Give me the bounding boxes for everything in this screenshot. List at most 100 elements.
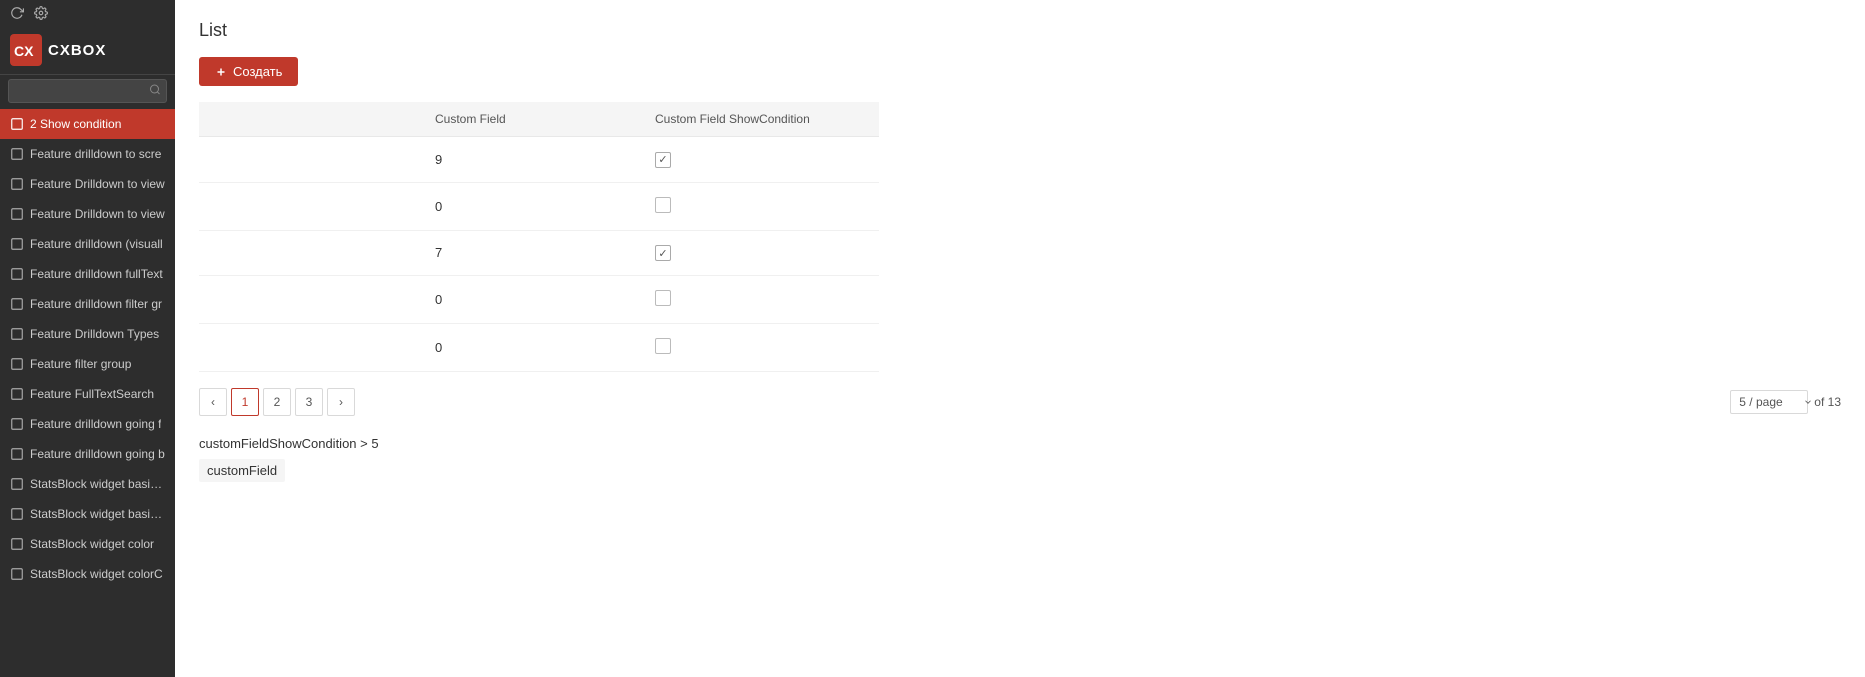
col-custom-field-label: Custom Field <box>419 102 639 137</box>
checkbox-unchecked[interactable] <box>655 290 671 306</box>
sidebar-item-drilldown-visual[interactable]: Feature drilldown (visuall <box>0 229 175 259</box>
page-button-1[interactable]: 1 <box>231 388 259 416</box>
cell-show-condition <box>639 182 879 230</box>
cell-empty <box>199 182 419 230</box>
nav-item-label: Feature drilldown fullText <box>30 267 163 281</box>
sidebar-item-statsblock-basic2[interactable]: StatsBlock widget basic c <box>0 499 175 529</box>
cell-show-condition <box>639 137 879 183</box>
of-total: of 13 <box>1814 395 1841 409</box>
nav-item-label: StatsBlock widget basic c <box>30 477 165 491</box>
table-row: 0 <box>199 182 879 230</box>
sidebar-nav: 2 Show condition Feature drilldown to scr… <box>0 109 175 677</box>
create-button[interactable]: Создать <box>199 57 298 86</box>
sidebar-item-drilldown-fulltext[interactable]: Feature drilldown fullText <box>0 259 175 289</box>
table-row: 0 <box>199 276 879 324</box>
sidebar-top-bar <box>0 0 175 26</box>
sidebar-item-fulltext-search[interactable]: Feature FullTextSearch <box>0 379 175 409</box>
nav-icon <box>10 267 24 281</box>
prev-page-button[interactable]: ‹ <box>199 388 227 416</box>
logo-icon: CX <box>10 34 42 66</box>
filter-field: customField <box>199 459 285 482</box>
logo-text: CXBOX <box>48 42 106 59</box>
nav-item-label: Feature Drilldown to view <box>30 207 165 221</box>
sidebar-item-drilldown-going-f[interactable]: Feature drilldown going f <box>0 409 175 439</box>
nav-item-label: StatsBlock widget color <box>30 537 154 551</box>
pagination: ‹ 123 › 5 / page of 13 <box>199 388 1841 416</box>
checkbox-unchecked[interactable] <box>655 197 671 213</box>
sidebar-item-statsblock-basic1[interactable]: StatsBlock widget basic c <box>0 469 175 499</box>
nav-icon <box>10 477 24 491</box>
col-show-condition-label: Custom Field ShowCondition <box>639 102 879 137</box>
main-content: List Создать Custom Field Custom Field S… <box>175 0 1865 677</box>
sidebar-item-drilldown-view2[interactable]: Feature Drilldown to view <box>0 199 175 229</box>
create-button-label: Создать <box>233 64 282 79</box>
nav-item-label: StatsBlock widget basic c <box>30 507 165 521</box>
data-table: Custom Field Custom Field ShowCondition … <box>199 102 879 372</box>
sidebar-item-drilldown-types[interactable]: Feature Drilldown Types <box>0 319 175 349</box>
nav-item-label: Feature Drilldown Types <box>30 327 159 341</box>
nav-icon <box>10 447 24 461</box>
table-row: 7 <box>199 230 879 276</box>
cell-show-condition <box>639 230 879 276</box>
nav-icon <box>10 237 24 251</box>
checkbox-unchecked[interactable] <box>655 338 671 354</box>
table-row: 9 <box>199 137 879 183</box>
nav-item-label: Feature drilldown going b <box>30 447 165 461</box>
sidebar-item-drilldown-screen[interactable]: Feature drilldown to scre <box>0 139 175 169</box>
nav-item-label: Feature FullTextSearch <box>30 387 154 401</box>
nav-icon <box>10 537 24 551</box>
cell-empty <box>199 276 419 324</box>
search-box <box>8 79 167 103</box>
cell-custom-field: 7 <box>419 230 639 276</box>
sidebar-item-show-condition[interactable]: 2 Show condition <box>0 109 175 139</box>
checkbox-checked[interactable] <box>655 245 671 261</box>
nav-icon <box>10 297 24 311</box>
sidebar-item-drilldown-filter[interactable]: Feature drilldown filter gr <box>0 289 175 319</box>
plus-icon <box>215 66 227 78</box>
cell-custom-field: 0 <box>419 182 639 230</box>
table-row: 0 <box>199 324 879 372</box>
cell-empty <box>199 137 419 183</box>
cell-custom-field: 9 <box>419 137 639 183</box>
nav-icon <box>10 147 24 161</box>
nav-icon <box>10 207 24 221</box>
nav-item-label: Feature filter group <box>30 357 131 371</box>
settings-icon[interactable] <box>34 6 48 20</box>
col-custom-field <box>199 102 419 137</box>
nav-icon <box>10 507 24 521</box>
filter-section: customFieldShowCondition > 5 customField <box>199 436 1841 482</box>
sidebar-item-filter-group[interactable]: Feature filter group <box>0 349 175 379</box>
nav-icon <box>10 567 24 581</box>
cell-show-condition <box>639 324 879 372</box>
nav-item-label: Feature Drilldown to view <box>30 177 165 191</box>
nav-item-label: 2 Show condition <box>30 117 121 131</box>
nav-item-label: Feature drilldown to scre <box>30 147 161 161</box>
nav-item-label: StatsBlock widget colorC <box>30 567 163 581</box>
nav-icon <box>10 357 24 371</box>
sidebar-item-statsblock-color1[interactable]: StatsBlock widget color <box>0 529 175 559</box>
cell-custom-field: 0 <box>419 324 639 372</box>
nav-icon <box>10 417 24 431</box>
filter-condition: customFieldShowCondition > 5 <box>199 436 1841 451</box>
page-size-wrap: 5 / page of 13 <box>1730 390 1841 414</box>
nav-icon <box>10 327 24 341</box>
nav-icon <box>10 177 24 191</box>
refresh-icon[interactable] <box>10 6 24 20</box>
next-page-button[interactable]: › <box>327 388 355 416</box>
search-icon <box>149 84 161 99</box>
sidebar: CX CXBOX 2 Show condition Feature drilldo… <box>0 0 175 677</box>
cell-custom-field: 0 <box>419 276 639 324</box>
sidebar-logo: CX CXBOX <box>0 26 175 75</box>
cell-empty <box>199 230 419 276</box>
sidebar-item-drilldown-view1[interactable]: Feature Drilldown to view <box>0 169 175 199</box>
cell-show-condition <box>639 276 879 324</box>
page-button-3[interactable]: 3 <box>295 388 323 416</box>
sidebar-item-drilldown-going-b[interactable]: Feature drilldown going b <box>0 439 175 469</box>
page-size-select[interactable]: 5 / page <box>1730 390 1808 414</box>
page-button-2[interactable]: 2 <box>263 388 291 416</box>
nav-icon <box>10 387 24 401</box>
checkbox-checked[interactable] <box>655 152 671 168</box>
svg-text:CX: CX <box>14 43 34 59</box>
sidebar-item-statsblock-colorc[interactable]: StatsBlock widget colorC <box>0 559 175 589</box>
search-input[interactable] <box>8 79 167 103</box>
